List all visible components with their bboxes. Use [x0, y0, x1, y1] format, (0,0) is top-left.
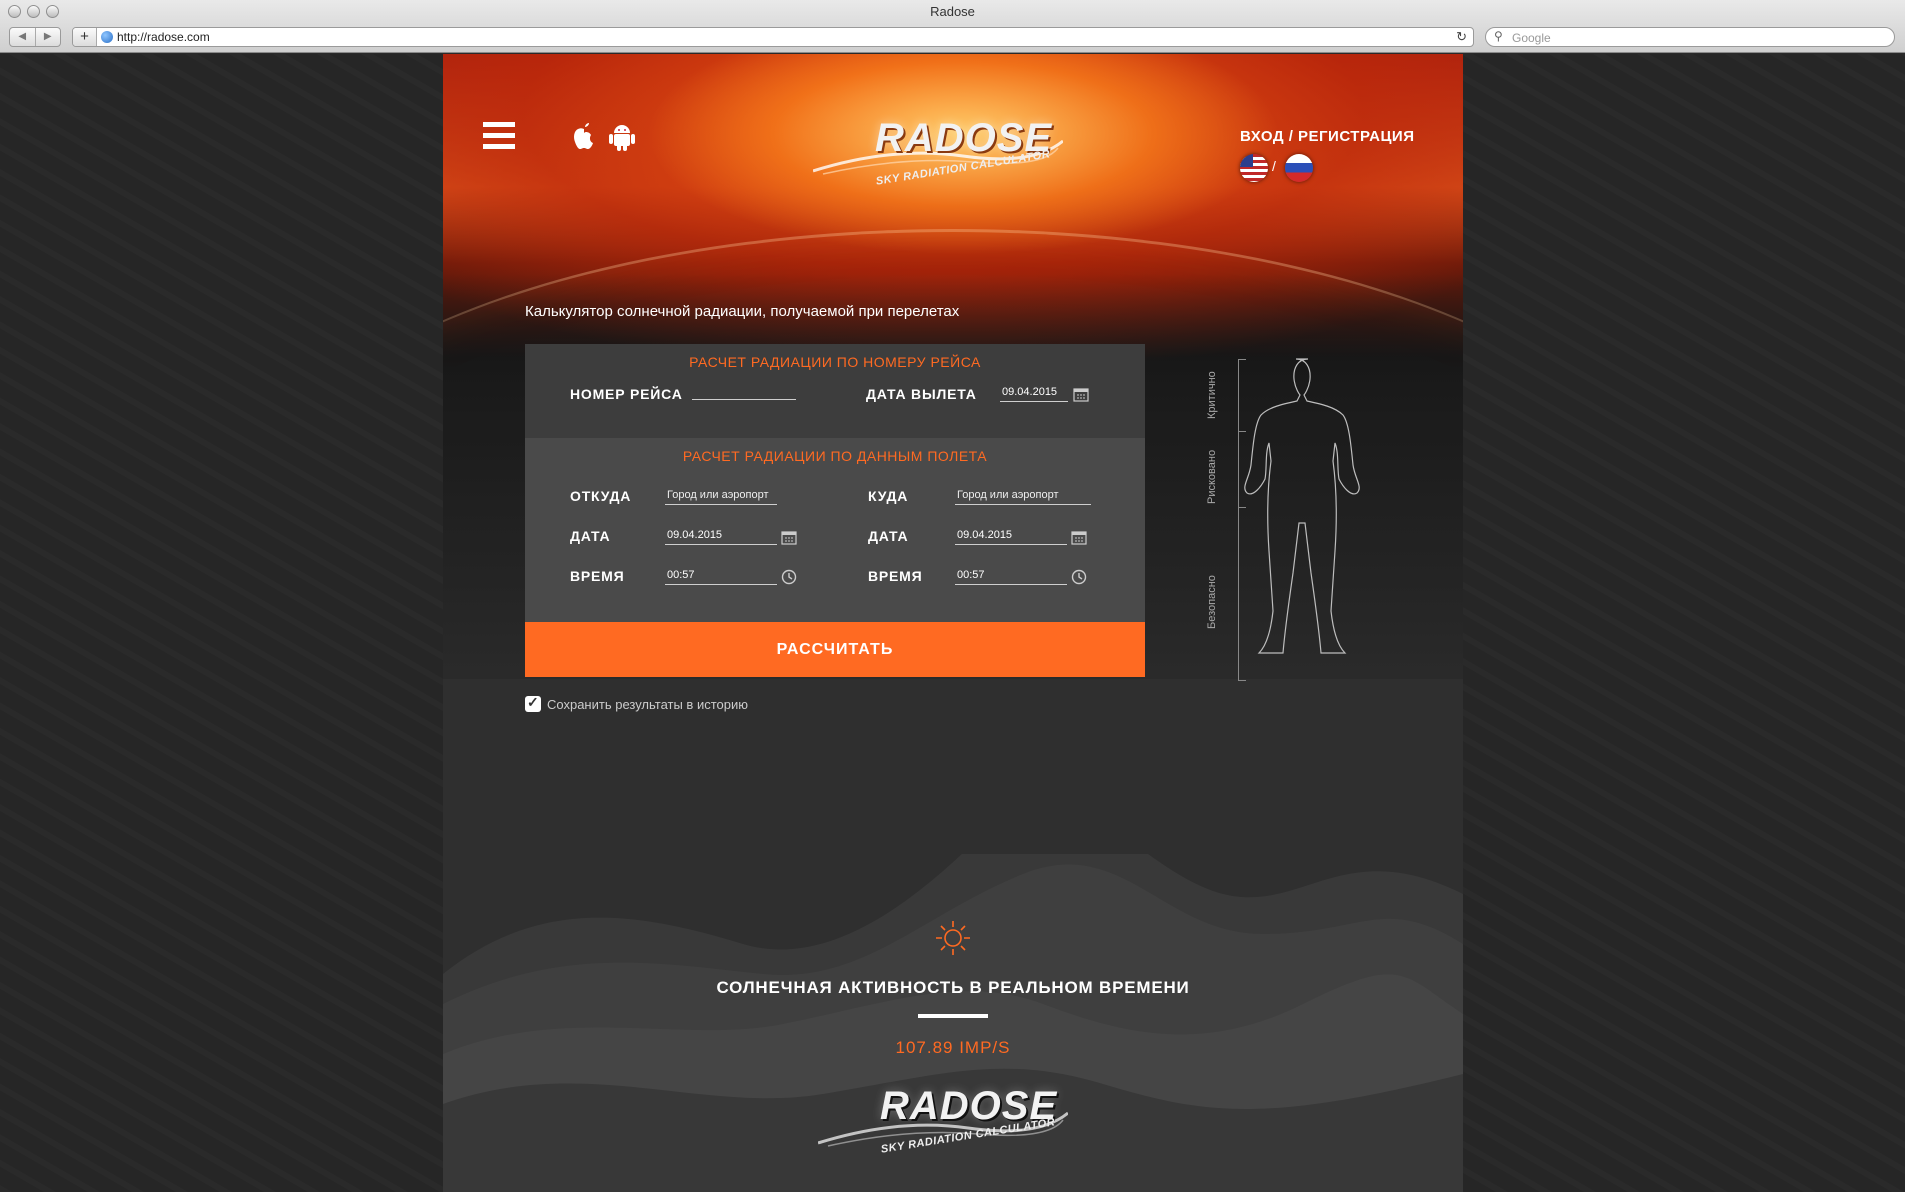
login-register-link[interactable]: ВХОД / РЕГИСТРАЦИЯ: [1240, 128, 1415, 145]
add-bookmark-button[interactable]: +: [73, 28, 97, 46]
to-input[interactable]: Город или аэропорт: [955, 489, 1091, 505]
save-history-label: Сохранить результаты в историю: [547, 696, 748, 712]
main-column: RADOSE SKY RADIATION CALCULATOR ВХОД / Р…: [443, 54, 1463, 1192]
from-input[interactable]: Город или аэропорт: [665, 489, 777, 505]
by-flight-section: РАСЧЕТ РАДИАЦИИ ПО НОМЕРУ РЕЙСА НОМЕР РЕ…: [525, 344, 1145, 438]
save-history-checkbox[interactable]: [525, 694, 541, 712]
window-title: Radose: [930, 4, 975, 19]
time-to-label: ВРЕМЯ: [868, 568, 923, 584]
back-button[interactable]: ◀: [10, 28, 35, 46]
search-field[interactable]: ⚲ Google: [1485, 27, 1895, 47]
time-to-input[interactable]: 00:57: [955, 569, 1067, 585]
departure-date-label: ДАТА ВЫЛЕТА: [866, 386, 977, 402]
scale-label-critical: Критично: [1206, 371, 1218, 419]
us-flag-icon[interactable]: [1240, 154, 1268, 182]
date-from-label: ДАТА: [570, 528, 611, 544]
solar-activity-value: 107.89 IMP/S: [895, 1038, 1011, 1057]
search-placeholder: Google: [1512, 31, 1551, 45]
sun-icon: [936, 921, 970, 955]
android-icon[interactable]: [608, 122, 636, 152]
date-to-label: ДАТА: [868, 528, 909, 544]
flight-number-input[interactable]: [692, 384, 796, 400]
date-from-input[interactable]: 09.04.2015: [665, 529, 777, 545]
time-from-input[interactable]: 00:57: [665, 569, 777, 585]
radiation-calculator-form: РАСЧЕТ РАДИАЦИИ ПО НОМЕРУ РЕЙСА НОМЕР РЕ…: [525, 344, 1145, 677]
url-text[interactable]: http://radose.com: [117, 30, 210, 44]
departure-date-input[interactable]: 09.04.2015: [1000, 386, 1068, 402]
scale-label-risky: Рисковано: [1206, 449, 1218, 504]
ru-flag-icon[interactable]: [1285, 154, 1313, 182]
solar-activity-title: СОЛНЕЧНАЯ АКТИВНОСТЬ В РЕАЛЬНОМ ВРЕМЕНИ: [716, 978, 1190, 997]
scale-label-safe: Безопасно: [1206, 575, 1218, 629]
hamburger-icon[interactable]: [483, 122, 515, 152]
reload-icon[interactable]: ↻: [1456, 29, 1467, 45]
clock-icon[interactable]: [1071, 569, 1087, 585]
page-subtitle: Калькулятор солнечной радиации, получаем…: [525, 303, 960, 320]
human-figure-outline: [1244, 358, 1360, 654]
calendar-icon[interactable]: [781, 529, 797, 545]
globe-icon: [101, 31, 113, 43]
lang-separator: /: [1272, 158, 1276, 174]
nav-buttons: ◀ ▶: [9, 27, 61, 47]
footer-logo[interactable]: RADOSE SKY RADIATION CALCULATOR: [818, 1074, 1068, 1174]
calendar-icon[interactable]: [1073, 386, 1089, 402]
date-to-input[interactable]: 09.04.2015: [955, 529, 1067, 545]
by-data-section: РАСЧЕТ РАДИАЦИИ ПО ДАННЫМ ПОЛЕТА ОТКУДА …: [525, 438, 1145, 622]
by-data-title: РАСЧЕТ РАДИАЦИИ ПО ДАННЫМ ПОЛЕТА: [682, 448, 988, 464]
by-flight-title: РАСЧЕТ РАДИАЦИИ ПО НОМЕРУ РЕЙСА: [689, 354, 981, 370]
time-from-label: ВРЕМЯ: [570, 568, 625, 584]
radose-logo[interactable]: RADOSE SKY RADIATION CALCULATOR: [813, 106, 1063, 196]
clock-icon[interactable]: [781, 569, 797, 585]
address-bar[interactable]: + http://radose.com ↻: [72, 27, 1474, 47]
apple-icon[interactable]: [571, 120, 597, 152]
calendar-icon[interactable]: [1071, 529, 1087, 545]
to-label: КУДА: [868, 488, 909, 504]
from-label: ОТКУДА: [570, 488, 632, 504]
forward-button[interactable]: ▶: [34, 28, 61, 46]
flight-number-label: НОМЕР РЕЙСА: [570, 386, 683, 402]
title-underline: [918, 1014, 988, 1018]
calculate-button[interactable]: РАССЧИТАТЬ: [525, 622, 1145, 677]
save-history-row[interactable]: Сохранить результаты в историю: [525, 694, 748, 712]
browser-toolbar: Radose ◀ ▶ + http://radose.com ↻ ⚲ Googl…: [0, 0, 1905, 53]
search-icon: ⚲: [1494, 29, 1503, 43]
